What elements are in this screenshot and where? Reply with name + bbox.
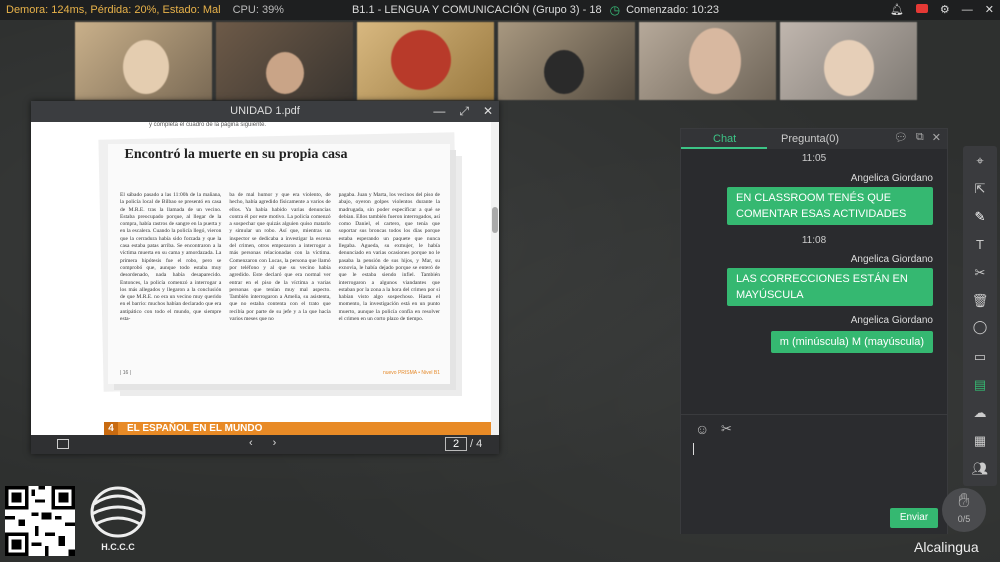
qr-code <box>5 486 75 556</box>
section-label: EL ESPAÑOL EN EL MUNDO <box>127 423 263 434</box>
emoji-icon[interactable]: ☺ <box>695 421 709 437</box>
article-column: El sábado pasado a las 11:00h de la maña… <box>120 192 222 323</box>
page-number-label: | 16 | <box>120 370 131 376</box>
cpu-usage: CPU: 39% <box>232 4 284 16</box>
compose-area[interactable]: ☺ ✂ Enviar <box>681 414 947 534</box>
chat-icon[interactable]: ▤ <box>971 376 989 394</box>
text-caret <box>693 443 694 455</box>
select-move-icon[interactable]: ⇱ <box>971 180 989 198</box>
hand-count: 0/5 <box>957 514 971 524</box>
brand-watermark: Alcalingua <box>914 539 979 555</box>
pdf-footer: ‹ › 2 / 4 <box>31 435 499 454</box>
chat-bubble: m (minúscula) M (mayúscula) <box>770 331 933 353</box>
pdf-scrollbar[interactable] <box>491 122 499 435</box>
message-list: 11:05 Angelica Giordano EN CLASSROOM TEN… <box>681 149 947 414</box>
close-icon[interactable]: ✕ <box>483 101 493 122</box>
hand-icon: ✋︎ <box>958 490 970 512</box>
expand-icon[interactable]: ⤢ <box>459 101 469 122</box>
users-icon[interactable]: 👥︎ <box>971 460 989 478</box>
article-columns: El sábado pasado a las 11:00h de la maña… <box>120 192 440 323</box>
video-tile[interactable] <box>216 22 353 100</box>
chat-tabs: Chat Pregunta(0) 💬︎ ⧉ ✕ <box>681 129 947 149</box>
trash-icon[interactable]: 🗑︎ <box>971 292 989 310</box>
cloud-icon[interactable]: ☁ <box>971 404 989 422</box>
clock-icon: ◷ <box>609 3 621 17</box>
article-column: pagaba. Juan y Marta, los vecinos del pi… <box>338 192 440 323</box>
close-icon[interactable]: ✕ <box>932 131 941 144</box>
globe-logo-icon <box>90 486 146 538</box>
pen-icon[interactable]: ✎ <box>971 208 989 226</box>
minimize-icon[interactable]: — <box>962 3 973 17</box>
bubble-line: LAS CORRECCIONES ESTÁN EN <box>736 273 908 285</box>
chat-panel: Chat Pregunta(0) 💬︎ ⧉ ✕ 11:05 Angelica G… <box>680 128 948 534</box>
video-tile[interactable] <box>639 22 776 100</box>
pdf-viewer-window[interactable]: UNIDAD 1.pdf — ⤢ ✕ y completa el cuadro … <box>31 101 499 454</box>
thumbnails-icon[interactable] <box>57 439 69 449</box>
network-status: Demora: 124ms, Pérdida: 20%, Estado: Mal <box>6 4 221 16</box>
scrollbar-thumb[interactable] <box>492 207 498 233</box>
video-strip <box>75 22 917 100</box>
text-tool-icon[interactable]: T <box>971 236 989 254</box>
bell-icon[interactable]: 🔔︎ <box>890 3 904 17</box>
class-title: B1.1 - LENGUA Y COMUNICACIÓN (Grupo 3) -… <box>351 4 602 16</box>
shapes-icon[interactable]: ◯ <box>971 318 989 336</box>
sender-name: Angelica Giordano <box>850 173 933 184</box>
scissors-icon[interactable]: ✂ <box>971 264 989 282</box>
publisher-label: nuevo PRISMA • Nivel B1 <box>382 370 440 376</box>
sender-name: Angelica Giordano <box>850 254 933 265</box>
hccc-logo: H.C.C.C <box>88 484 176 560</box>
toolbox-icon[interactable]: ▦ <box>971 432 989 450</box>
next-page-icon[interactable]: › <box>273 437 277 449</box>
laser-pointer-icon[interactable]: ⌖ <box>971 152 989 170</box>
section-heading: 4 EL ESPAÑOL EN EL MUNDO <box>104 422 491 435</box>
page-fragment-text: y completa el cuadro de la página siguie… <box>149 122 267 128</box>
timestamp: 11:05 <box>801 153 827 164</box>
minimize-icon[interactable]: — <box>433 101 445 122</box>
bubble-line: m (minúscula) M (mayúscula) <box>779 336 924 348</box>
gear-icon[interactable]: ⚙ <box>940 3 950 17</box>
section-number: 4 <box>104 422 118 435</box>
timestamp: 11:08 <box>801 235 827 246</box>
logo-text: H.C.C.C <box>101 542 135 552</box>
tab-question[interactable]: Pregunta(0) <box>781 133 839 145</box>
tool-sidebar: ⌖ ⇱ ✎ T ✂ 🗑︎ ◯ ▭ ▤ ☁ ▦ 👥︎ <box>963 146 997 486</box>
video-tile[interactable] <box>75 22 212 100</box>
page-footer: | 16 | nuevo PRISMA • Nivel B1 <box>120 370 440 376</box>
article-column: ba de mal humor y que era violento, de h… <box>229 192 331 323</box>
article-title: Encontró la muerte en su propia casa <box>124 147 348 162</box>
raise-hand-button[interactable]: ✋︎ 0/5 <box>942 488 986 532</box>
prev-page-icon[interactable]: ‹ <box>249 437 253 449</box>
tab-chat[interactable]: Chat <box>713 133 736 145</box>
article-paper: El sábado pasado a las 11:00h de la maña… <box>108 144 450 384</box>
send-button[interactable]: Enviar <box>890 508 938 528</box>
chat-bubble: LAS CORRECCIONES ESTÁN EN MAYÚSCULA <box>727 268 933 306</box>
chat-bubble: EN CLASSROOM TENÉS QUE COMENTAR ESAS ACT… <box>727 187 933 225</box>
youtube-icon[interactable] <box>915 3 928 17</box>
started-time: Comenzado: 10:23 <box>626 4 720 16</box>
video-tile[interactable] <box>498 22 635 100</box>
status-bar: Demora: 124ms, Pérdida: 20%, Estado: Mal… <box>0 0 1000 20</box>
bubble-line: COMENTAR ESAS ACTIVIDADES <box>736 208 907 220</box>
sender-name: Angelica Giordano <box>850 315 933 326</box>
bubble-line: MAYÚSCULA <box>736 289 804 301</box>
total-pages: / 4 <box>470 438 483 450</box>
page-input[interactable]: 2 <box>445 437 467 451</box>
video-tile[interactable] <box>780 22 917 100</box>
pdf-page[interactable]: y completa el cuadro de la página siguie… <box>31 122 491 435</box>
scissors-icon[interactable]: ✂ <box>721 421 732 437</box>
close-icon[interactable]: ✕ <box>985 3 994 17</box>
message-icon[interactable]: 💬︎ <box>894 131 908 144</box>
pdf-titlebar[interactable]: UNIDAD 1.pdf — ⤢ ✕ <box>31 101 499 122</box>
whiteboard-icon[interactable]: ▭ <box>971 348 989 366</box>
bubble-line: EN CLASSROOM TENÉS QUE <box>736 192 892 204</box>
pdf-title: UNIDAD 1.pdf <box>230 105 300 117</box>
popout-icon[interactable]: ⧉ <box>916 131 924 144</box>
video-tile[interactable] <box>357 22 494 100</box>
